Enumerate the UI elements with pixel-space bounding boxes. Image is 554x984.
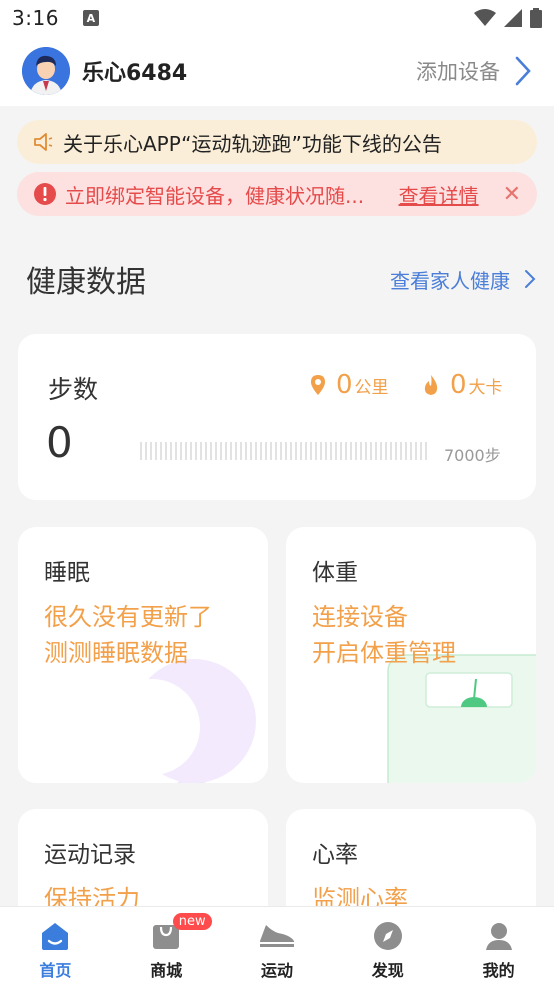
announcement-banner[interactable]: 关于乐心APP“运动轨迹跑”功能下线的公告 [17, 120, 537, 164]
alert-icon [34, 183, 56, 205]
avatar-person-icon [22, 47, 70, 95]
notification-a-icon: A [82, 10, 99, 26]
chevron-right-icon[interactable] [524, 269, 536, 289]
tab-label: 发现 [371, 961, 404, 980]
announcement-text: 关于乐心APP“运动轨迹跑”功能下线的公告 [63, 131, 442, 156]
home-icon [42, 923, 69, 950]
sleep-card[interactable]: 睡眠 很久没有更新了 测测睡眠数据 [18, 527, 268, 783]
top-bar: 乐心6484 添加设备 [0, 36, 554, 106]
steps-goal: 7000步 [444, 446, 501, 465]
distance-value: 0 [336, 370, 353, 400]
tab-shop[interactable]: new 商城 [111, 907, 222, 984]
tab-home[interactable]: 首页 [0, 907, 111, 984]
add-device-link[interactable]: 添加设备 [416, 56, 500, 86]
flame-icon [424, 375, 438, 395]
status-right-group [474, 8, 542, 28]
avatar[interactable] [22, 47, 70, 95]
sport-title: 运动记录 [44, 842, 136, 868]
tab-label: 我的 [482, 961, 515, 980]
bottom-tab-bar: 首页 new 商城 运动 发现 我的 [0, 906, 554, 984]
cell-signal-icon [504, 9, 522, 27]
wifi-icon [474, 9, 496, 26]
weight-title: 体重 [312, 560, 358, 586]
weight-line1: 连接设备 [312, 603, 408, 631]
warning-text: 立即绑定智能设备，健康状况随... [65, 183, 365, 208]
sleep-line2: 测测睡眠数据 [44, 639, 188, 667]
chevron-right-icon[interactable] [514, 55, 532, 87]
tab-mine[interactable]: 我的 [443, 907, 554, 984]
steps-card[interactable]: 步数 0 0 公里 0 大卡 7000步 [18, 334, 536, 500]
steps-label: 步数 [48, 375, 99, 404]
new-badge: new [172, 913, 212, 930]
tab-sport[interactable]: 运动 [222, 907, 333, 984]
family-health-link[interactable]: 查看家人健康 [390, 265, 510, 294]
profile-icon [485, 923, 512, 950]
heart-title: 心率 [312, 842, 358, 868]
distance-metric: 0 公里 [310, 370, 389, 400]
speaker-icon [34, 133, 53, 151]
section-title: 健康数据 [26, 265, 146, 300]
weight-card[interactable]: 体重 连接设备 开启体重管理 [286, 527, 536, 783]
calorie-value: 0 [450, 370, 467, 400]
distance-unit: 公里 [354, 378, 389, 398]
view-details-link[interactable]: 查看详情 [399, 180, 479, 209]
tab-label: 首页 [39, 961, 72, 980]
close-icon[interactable]: ✕ [503, 182, 521, 207]
tab-label: 运动 [260, 961, 293, 980]
location-pin-icon [311, 375, 325, 395]
bind-device-warning: 立即绑定智能设备，健康状况随... 查看详情 ✕ [17, 172, 537, 216]
calorie-metric: 0 大卡 [422, 370, 503, 400]
calorie-unit: 大卡 [468, 378, 503, 398]
steps-count: 0 [46, 418, 73, 467]
health-section-header: 健康数据 查看家人健康 [26, 254, 536, 304]
compass-icon [373, 922, 402, 950]
sleep-title: 睡眠 [44, 560, 90, 586]
shoe-icon [259, 925, 294, 947]
sleep-line1: 很久没有更新了 [44, 603, 212, 631]
weight-line2: 开启体重管理 [312, 639, 456, 667]
username: 乐心6484 [82, 61, 188, 86]
status-time: 3:16 [12, 6, 59, 30]
steps-progress-bar [140, 442, 430, 460]
tab-discover[interactable]: 发现 [332, 907, 443, 984]
tab-label: 商城 [150, 961, 183, 980]
status-bar: 3:16 A [0, 0, 554, 36]
battery-icon [530, 8, 542, 28]
